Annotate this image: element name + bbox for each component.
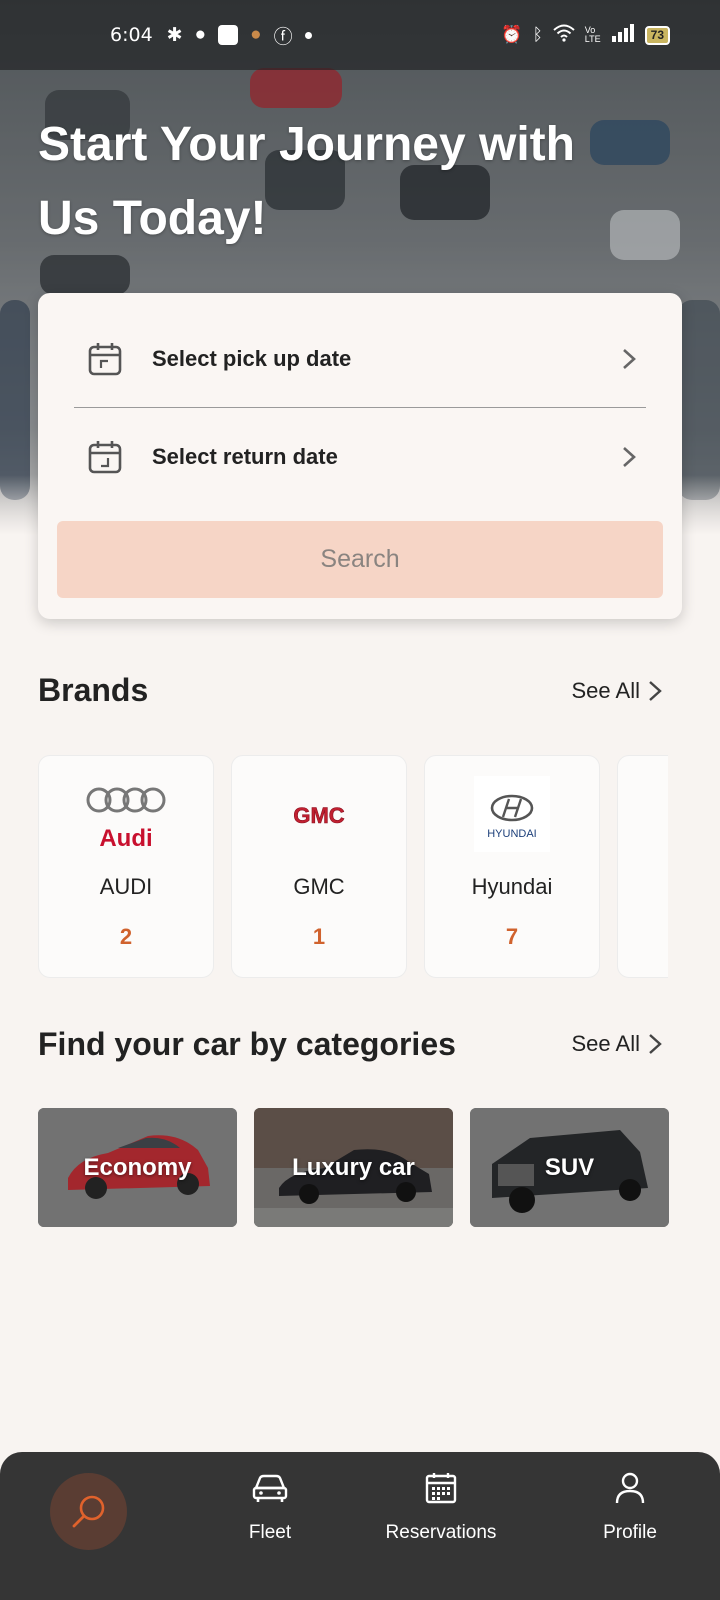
more-notifications-icon	[304, 31, 312, 39]
category-label: Luxury car	[292, 1153, 415, 1181]
audi-logo: Audi	[86, 776, 166, 854]
nav-item-fleet[interactable]: Fleet	[195, 1452, 345, 1600]
signal-icon	[611, 23, 635, 47]
pickup-date-label: Select pick up date	[152, 346, 352, 371]
notification-icons: ✱ ● ● ⓕ	[167, 22, 312, 49]
system-icons: ⏰ ᛒ Vo LTE 73	[501, 23, 670, 47]
nav-label-fleet: Fleet	[248, 1522, 292, 1543]
categories-see-all-link[interactable]: See All	[572, 1031, 663, 1057]
category-label: Economy	[83, 1153, 192, 1181]
brand-name: GMC	[293, 874, 345, 899]
facebook-icon: ⓕ	[273, 26, 293, 48]
hyundai-logo: HYUNDAI	[474, 776, 550, 852]
brand-name: AUDI	[99, 874, 153, 899]
category-label: SUV	[544, 1153, 595, 1181]
hero-title: Start Your Journey with Us Today!	[38, 108, 598, 256]
nav-label-profile: Profile	[603, 1522, 657, 1543]
category-card-luxury[interactable]: Luxury car	[254, 1108, 453, 1227]
return-date-label: Select return date	[152, 444, 338, 469]
nav-item-search[interactable]	[50, 1473, 127, 1550]
battery-icon: 73	[644, 25, 670, 45]
categories-title: Find your car by categories	[38, 1026, 456, 1062]
category-card-suv[interactable]: SUV	[470, 1108, 669, 1227]
volte-icon: Vo LTE	[584, 25, 601, 44]
person-icon	[615, 1472, 645, 1504]
svg-text:Audi: Audi	[99, 825, 152, 852]
nav-label-reservations: Reservations	[385, 1522, 497, 1543]
chevron-right-icon	[649, 681, 662, 701]
brand-count: 1	[312, 924, 326, 949]
booking-card: Select pick up date Select return date S…	[38, 293, 682, 619]
see-all-label: See All	[571, 678, 641, 703]
calendar-icon	[425, 1473, 457, 1504]
hero-title-line1: Start Your Journey with	[38, 118, 575, 171]
search-icon	[72, 1495, 104, 1527]
game-icon: ●	[250, 24, 262, 45]
nav-item-profile[interactable]: Profile	[555, 1452, 705, 1600]
brand-card-partial[interactable]	[617, 755, 668, 978]
category-card-economy[interactable]: Economy	[38, 1108, 237, 1227]
chevron-right-icon	[623, 349, 636, 369]
brand-card-audi[interactable]: Audi AUDI 2	[38, 755, 214, 978]
bottom-navigation: Fleet Reservations Profile	[0, 1452, 720, 1600]
svg-text:GMC: GMC	[293, 803, 344, 828]
brands-see-all-link[interactable]: See All	[572, 678, 663, 704]
brand-count: 7	[505, 924, 519, 949]
status-bar: 6:04 ✱ ● ● ⓕ ⏰ ᛒ Vo LTE 73	[0, 0, 720, 70]
card-divider	[74, 407, 646, 408]
brand-card-gmc[interactable]: GMC GMC 1	[231, 755, 407, 978]
alarm-icon: ⏰	[501, 25, 523, 44]
return-date-row[interactable]: Select return date	[74, 417, 646, 497]
slack-icon: ✱	[166, 24, 183, 46]
see-all-label: See All	[571, 1031, 641, 1056]
chat-icon: ●	[194, 24, 207, 45]
brand-count: 2	[119, 924, 133, 949]
pickup-date-row[interactable]: Select pick up date	[74, 319, 646, 399]
brand-name: Hyundai	[471, 874, 553, 899]
nav-item-reservations[interactable]: Reservations	[366, 1452, 516, 1600]
hero-title-line2: Us Today!	[38, 192, 267, 245]
brands-title: Brands	[38, 672, 149, 708]
brands-carousel[interactable]: Audi AUDI 2 GMC GMC 1 HYUNDAI Hyundai 7	[0, 740, 668, 990]
bluetooth-icon: ᛒ	[532, 25, 543, 44]
calendar-return-icon	[88, 441, 122, 474]
status-time: 6:04	[110, 24, 153, 46]
car-icon	[252, 1474, 288, 1502]
chevron-right-icon	[623, 447, 636, 467]
brand-card-hyundai[interactable]: HYUNDAI Hyundai 7	[424, 755, 600, 978]
calendar-pickup-icon	[88, 343, 122, 376]
app-square-icon	[218, 25, 239, 45]
gmc-logo: GMC	[279, 776, 359, 854]
chevron-right-icon	[649, 1034, 662, 1054]
svg-text:HYUNDAI: HYUNDAI	[487, 828, 537, 840]
search-button[interactable]: Search	[57, 521, 663, 598]
wifi-icon	[553, 24, 575, 47]
